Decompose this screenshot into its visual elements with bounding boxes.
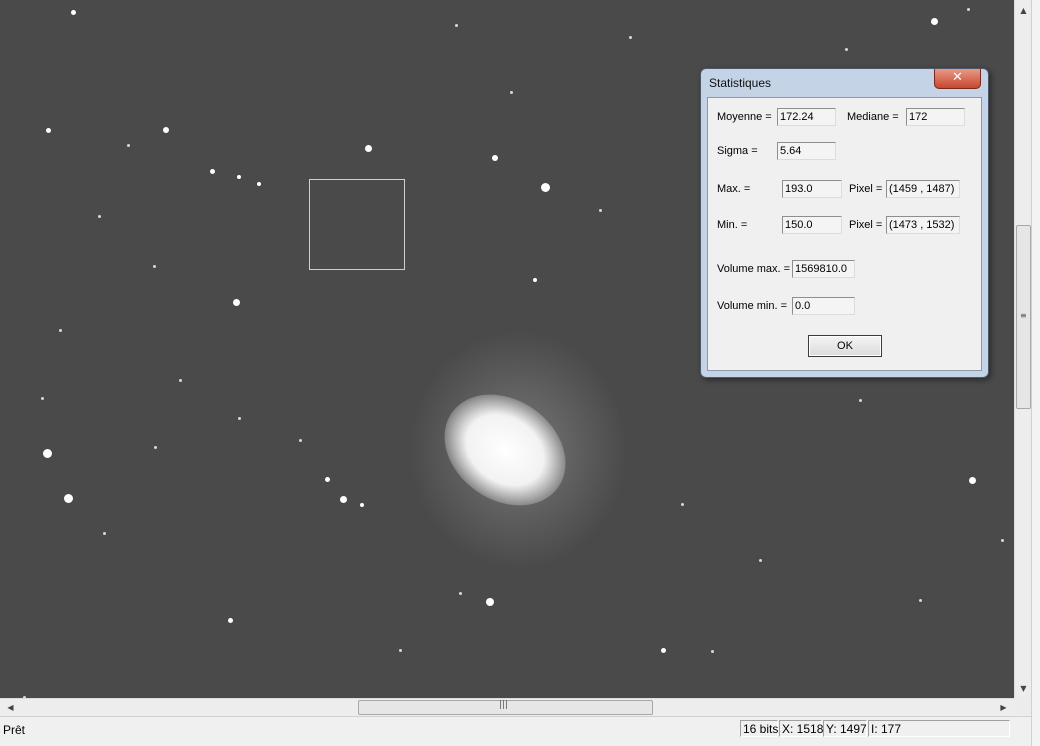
- dialog-body: Moyenne = 172.24 Mediane = 172 Sigma = 5…: [707, 97, 982, 371]
- star: [680, 502, 684, 506]
- ok-button[interactable]: OK: [808, 335, 882, 357]
- star: [918, 598, 922, 602]
- max-field[interactable]: 193.0: [782, 180, 842, 198]
- star: [257, 182, 261, 186]
- star: [102, 531, 106, 535]
- star: [298, 438, 302, 442]
- star: [163, 127, 169, 133]
- star: [660, 647, 666, 653]
- star: [364, 144, 372, 152]
- star: [598, 208, 602, 212]
- scroll-down-icon[interactable]: ▼: [1015, 680, 1032, 697]
- min-label: Min. =: [717, 219, 748, 231]
- star: [45, 127, 51, 133]
- vertical-scrollbar[interactable]: ▲ ≡ ▼: [1014, 0, 1032, 698]
- star: [398, 648, 402, 652]
- max-pixel-field[interactable]: (1459 , 1487): [886, 180, 960, 198]
- sigma-field[interactable]: 5.64: [777, 142, 836, 160]
- star: [486, 598, 494, 606]
- star: [232, 298, 240, 306]
- star: [324, 476, 330, 482]
- star: [758, 558, 762, 562]
- star: [339, 495, 347, 503]
- star: [710, 649, 714, 653]
- star: [360, 503, 364, 507]
- star: [1000, 538, 1004, 542]
- status-y: Y: 1497: [823, 720, 867, 737]
- star: [152, 264, 156, 268]
- close-icon[interactable]: ✕: [934, 69, 981, 89]
- volume-max-field[interactable]: 1569810.0: [792, 260, 855, 278]
- statistics-dialog: Statistiques ✕ Moyenne = 172.24 Mediane …: [700, 68, 989, 378]
- star: [458, 591, 462, 595]
- min-field[interactable]: 150.0: [782, 216, 842, 234]
- star: [97, 214, 101, 218]
- star: [237, 175, 241, 179]
- horizontal-scrollbar[interactable]: ◀ ||| ▶: [0, 698, 1014, 716]
- scroll-right-icon[interactable]: ▶: [995, 699, 1012, 716]
- star: [126, 143, 130, 147]
- star: [533, 278, 537, 282]
- star: [237, 416, 241, 420]
- star: [492, 155, 498, 161]
- star: [844, 47, 848, 51]
- scroll-corner: [1014, 698, 1031, 715]
- moyenne-field[interactable]: 172.24: [777, 108, 836, 126]
- star: [454, 23, 458, 27]
- mediane-label: Mediane =: [847, 111, 899, 123]
- star: [209, 168, 215, 174]
- scroll-up-icon[interactable]: ▲: [1015, 2, 1032, 19]
- status-x: X: 1518: [779, 720, 823, 737]
- moyenne-label: Moyenne =: [717, 111, 772, 123]
- star: [968, 476, 976, 484]
- star: [509, 90, 513, 94]
- min-pixel-label: Pixel =: [849, 219, 883, 231]
- star: [178, 378, 182, 382]
- star: [930, 17, 938, 25]
- sigma-label: Sigma =: [717, 145, 758, 157]
- star: [858, 398, 862, 402]
- scroll-left-icon[interactable]: ◀: [2, 699, 19, 716]
- star: [540, 182, 550, 192]
- volume-min-field[interactable]: 0.0: [792, 297, 855, 315]
- volume-max-label: Volume max. =: [717, 263, 791, 275]
- max-label: Max. =: [717, 183, 751, 195]
- star: [70, 9, 76, 15]
- status-bits: 16 bits: [740, 720, 778, 737]
- status-text: Prêt: [3, 723, 26, 737]
- star: [227, 617, 233, 623]
- star: [153, 445, 157, 449]
- window-border: [1031, 0, 1040, 746]
- star: [58, 328, 62, 332]
- star: [63, 493, 73, 503]
- status-bar: Prêt 16 bits X: 1518 Y: 1497 I: 177: [0, 716, 1031, 741]
- volume-min-label: Volume min. =: [717, 300, 788, 312]
- vertical-scroll-thumb[interactable]: ≡: [1016, 225, 1031, 409]
- max-pixel-label: Pixel =: [849, 183, 883, 195]
- star: [40, 396, 44, 400]
- mediane-field[interactable]: 172: [906, 108, 965, 126]
- dialog-title: Statistiques: [709, 76, 772, 90]
- star: [966, 7, 970, 11]
- selection-rectangle[interactable]: [309, 179, 405, 270]
- star: [628, 35, 632, 39]
- min-pixel-field[interactable]: (1473 , 1532): [886, 216, 960, 234]
- horizontal-scroll-thumb[interactable]: |||: [358, 700, 653, 715]
- star: [42, 448, 52, 458]
- status-intensity: I: 177: [868, 720, 1010, 737]
